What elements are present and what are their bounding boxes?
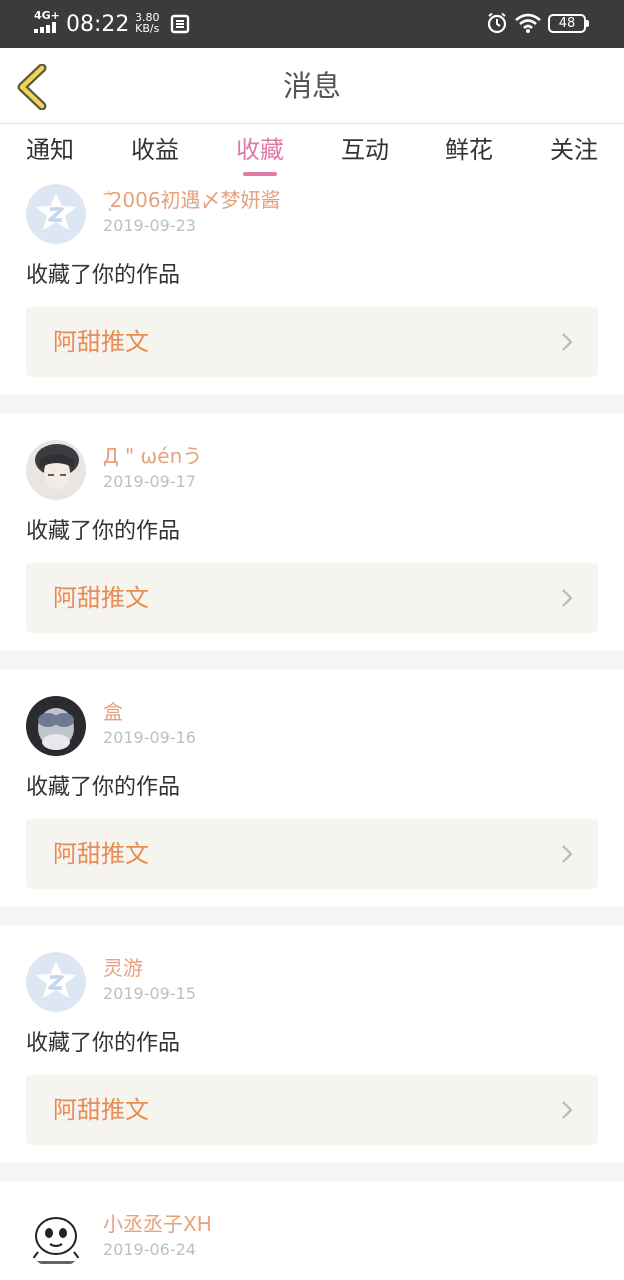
username[interactable]: ˉ͛‍ͅ2006初遇〆梦妍酱 xyxy=(103,186,281,214)
chevron-right-icon xyxy=(562,333,573,351)
action-text: 收藏了你的作品 xyxy=(26,775,181,800)
work-link[interactable]: 阿甜推文 xyxy=(26,819,598,889)
network-type: 4G+ xyxy=(34,9,60,22)
wifi-icon xyxy=(515,13,541,33)
dark-photo-avatar-icon xyxy=(26,696,86,756)
screenshot-icon xyxy=(170,14,190,34)
work-title: 阿甜推文 xyxy=(53,328,149,356)
avatar[interactable] xyxy=(26,184,86,244)
work-link[interactable]: 阿甜推文 xyxy=(26,563,598,633)
date: 2019-09-16 xyxy=(103,728,196,747)
chevron-right-icon xyxy=(562,589,573,607)
tab-follow[interactable]: 关注 xyxy=(529,133,619,167)
chevron-right-icon xyxy=(562,845,573,863)
avatar[interactable] xyxy=(26,440,86,500)
divider xyxy=(0,907,624,925)
username[interactable]: 灵游 xyxy=(103,954,143,982)
chevron-right-icon xyxy=(562,1101,573,1119)
tab-favorites[interactable]: 收藏 xyxy=(215,133,305,167)
speed-unit: KB/s xyxy=(135,22,160,35)
list-item: 小丞丞子XH 2019-06-24 xyxy=(0,1205,624,1280)
tab-notice[interactable]: 通知 xyxy=(5,133,95,167)
tab-earnings[interactable]: 收益 xyxy=(110,133,200,167)
battery-icon: 48 xyxy=(548,14,589,33)
username[interactable]: Д " ωénう xyxy=(103,442,202,470)
network-speed: 3.80 KB/s xyxy=(135,12,160,34)
tab-interaction[interactable]: 互动 xyxy=(320,133,410,167)
qq-default-avatar-icon xyxy=(26,184,86,244)
divider xyxy=(0,395,624,413)
qq-default-avatar-icon xyxy=(26,952,86,1012)
divider xyxy=(0,651,624,669)
work-title: 阿甜推文 xyxy=(53,840,149,868)
photo-avatar-icon xyxy=(26,440,86,500)
username[interactable]: 小丞丞子XH xyxy=(103,1210,212,1238)
tab-flowers[interactable]: 鲜花 xyxy=(424,133,514,167)
avatar[interactable] xyxy=(26,1208,86,1268)
action-text: 收藏了你的作品 xyxy=(26,263,181,288)
back-button[interactable] xyxy=(14,64,54,110)
date: 2019-06-24 xyxy=(103,1240,196,1259)
divider xyxy=(0,1163,624,1181)
work-link[interactable]: 阿甜推文 xyxy=(26,307,598,377)
work-link[interactable]: 阿甜推文 xyxy=(26,1075,598,1145)
status-time: 08:22 xyxy=(66,12,130,37)
list-item: 灵游 2019-09-15 收藏了你的作品 阿甜推文 xyxy=(0,949,624,1165)
list-item: ˉ͛‍ͅ2006初遇〆梦妍酱 2019-09-23 收藏了你的作品 阿甜推文 xyxy=(0,181,624,397)
active-tab-indicator xyxy=(243,172,277,176)
cartoon-face-avatar-icon xyxy=(26,1208,86,1268)
status-bar: 4G+ 08:22 3.80 KB/s 48 xyxy=(0,0,624,48)
list-item: 盒 2019-09-16 收藏了你的作品 阿甜推文 xyxy=(0,693,624,909)
date: 2019-09-17 xyxy=(103,472,196,491)
action-text: 收藏了你的作品 xyxy=(26,1031,181,1056)
work-title: 阿甜推文 xyxy=(53,1096,149,1124)
alarm-icon xyxy=(487,12,507,34)
date: 2019-09-15 xyxy=(103,984,196,1003)
header: 消息 xyxy=(0,48,624,124)
work-title: 阿甜推文 xyxy=(53,584,149,612)
signal-icon xyxy=(34,22,60,33)
avatar[interactable] xyxy=(26,952,86,1012)
page-title: 消息 xyxy=(282,69,341,103)
date: 2019-09-23 xyxy=(103,216,196,235)
tab-bar: 通知 收益 收藏 互动 鲜花 关注 xyxy=(0,125,624,181)
action-text: 收藏了你的作品 xyxy=(26,519,181,544)
avatar[interactable] xyxy=(26,696,86,756)
username[interactable]: 盒 xyxy=(103,698,123,726)
list-item: Д " ωénう 2019-09-17 收藏了你的作品 阿甜推文 xyxy=(0,437,624,653)
